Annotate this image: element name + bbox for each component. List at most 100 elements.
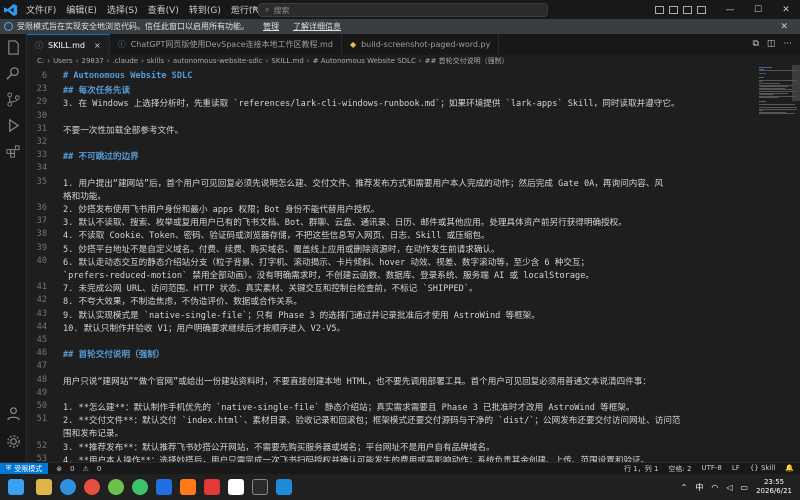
problems-status[interactable]: ⊗ 0 ⚠ 0 [56, 465, 101, 473]
editor-line[interactable]: 45 [27, 335, 757, 348]
menu-view[interactable]: 查看(V) [148, 3, 179, 16]
minimize-icon[interactable]: — [716, 5, 744, 15]
editor-line[interactable]: 围和发布记录。 [27, 427, 757, 440]
input-language[interactable]: 中 [695, 482, 703, 493]
breadcrumb-item[interactable]: .claude [113, 57, 139, 65]
code-editor[interactable]: 6 # Autonomous Website SDLC 23 ## 每次任务先读 29 3… [27, 67, 757, 477]
more-actions-icon[interactable]: ··· [783, 39, 792, 49]
editor-line[interactable]: 38 4. 不读取 Cookie、Token、密码、验证码或浏览器存储，不把这些信… [27, 229, 757, 242]
restricted-mode-status[interactable]: ⛨ 受限模式 [0, 462, 49, 475]
editor-line[interactable]: 50 1. **怎么建**：默认制作手机优先的 `native-single-fi… [27, 401, 757, 414]
manage-link[interactable]: 管理 [263, 21, 279, 32]
editor-line[interactable]: 47 [27, 361, 757, 374]
taskbar-app-icon[interactable] [228, 479, 244, 495]
terminal-icon[interactable] [252, 479, 268, 495]
editor-line[interactable]: 48 用户只说“建网站”“做个官网”或给出一份建站资料时，不要直接创建本地 HTM… [27, 375, 757, 388]
breadcrumb-item[interactable]: autonomous-website-sdlc [173, 57, 263, 65]
notifications-bell-icon[interactable]: 🔔 [785, 464, 794, 474]
editor-line[interactable]: 34 [27, 163, 757, 176]
close-banner-icon[interactable]: ✕ [780, 22, 788, 32]
editor-line[interactable]: 29 3. 在 Windows 上选择分析时，先重读取 `references/l… [27, 97, 757, 110]
editor-line[interactable]: 52 3. **推荐发布**：默认推荐飞书妙搭公开网站，不需要先购买服务器或域名；… [27, 441, 757, 454]
minimap[interactable] [757, 55, 800, 462]
cursor-position[interactable]: 行 1，列 1 [624, 464, 658, 474]
editor-line[interactable]: 39 5. 妙搭平台地址不是自定义域名。付费、续费、购买域名、覆盖线上应用或删除资… [27, 243, 757, 256]
tab-chatgpt-devspace-md[interactable]: ⓘ ChatGPT网页版使用DevSpace连接本地工作区教程.md [110, 34, 342, 55]
toggle-primary-sidebar-icon[interactable] [655, 5, 664, 14]
editor-line[interactable]: 6 # Autonomous Website SDLC [27, 71, 757, 84]
breadcrumb-item[interactable]: Users [53, 57, 73, 65]
editor-line[interactable]: `prefers-reduced-motion` 禁用全部动画）。没有明确需求时… [27, 269, 757, 282]
menu-file[interactable]: 文件(F) [26, 3, 56, 16]
volume-icon[interactable]: ◁ [726, 483, 732, 492]
editor-line[interactable]: 格和功能。 [27, 190, 757, 203]
editor-line[interactable]: 49 [27, 388, 757, 401]
wechat-icon[interactable] [108, 479, 124, 495]
run-debug-icon[interactable] [6, 118, 21, 133]
menu-selection[interactable]: 选择(S) [107, 3, 138, 16]
taskbar-app-icon[interactable] [204, 479, 220, 495]
line-number: 50 [36, 401, 47, 411]
language-mode[interactable]: {} Skill [750, 464, 775, 474]
explorer-icon[interactable] [6, 40, 21, 55]
editor-line[interactable]: 36 2. 妙搭发布使用飞书用户身份和最小 apps 权限；Bot 身份不能代替用… [27, 203, 757, 216]
forward-arrow-icon[interactable]: → [248, 3, 256, 14]
breadcrumb-item[interactable]: ## 首轮交付说明（强制） [425, 56, 509, 66]
editor-line[interactable]: 33 ## 不可跳过的边界 [27, 150, 757, 163]
editor-line[interactable]: 41 7. 未完成公网 URL、访问范围、HTTP 状态、真实素材、关键交互和控制… [27, 282, 757, 295]
editor-line[interactable]: 31 不要一次性加载全部参考文件。 [27, 124, 757, 137]
restricted-mode-label: 受限模式 [14, 464, 43, 473]
end-of-line[interactable]: LF [732, 464, 740, 474]
editor-line[interactable]: 35 1. 用户提出“建网站”后，首个用户可见回复必须先说明怎么建、交付文件、推荐… [27, 177, 757, 190]
editor-line[interactable]: 30 [27, 111, 757, 124]
file-explorer-icon[interactable] [36, 479, 52, 495]
tab-skill-md[interactable]: ⓘ SKILL.md × [27, 34, 110, 55]
system-clock[interactable]: 23:55 2026/6/21 [756, 478, 792, 496]
account-icon[interactable] [6, 406, 21, 421]
editor-line[interactable]: 37 3. 默认不读取、搜索、枚举或复用用户已有的飞书文档、Bot、群聊、云盘、通… [27, 216, 757, 229]
open-preview-icon[interactable]: ⧉ [752, 39, 758, 49]
breadcrumb-item[interactable]: C: [37, 57, 44, 65]
indentation[interactable]: 空格: 2 [668, 464, 691, 474]
chrome-browser-icon[interactable] [84, 479, 100, 495]
menu-edit[interactable]: 编辑(E) [66, 3, 97, 16]
toggle-panel-icon[interactable] [669, 5, 678, 14]
command-center-search[interactable]: ⌕ 搜索 [258, 3, 548, 17]
toggle-secondary-sidebar-icon[interactable] [683, 5, 692, 14]
lark-feishu-icon[interactable] [156, 479, 172, 495]
menu-go[interactable]: 转到(G) [189, 3, 221, 16]
breadcrumb-item[interactable]: skills [147, 57, 164, 65]
windows-start-icon[interactable] [8, 479, 24, 495]
editor-line[interactable]: 42 8. 不夸大效果，不制造焦虑，不伪造评价、数据或合作关系。 [27, 295, 757, 308]
editor-line[interactable]: 32 [27, 137, 757, 150]
close-tab-icon[interactable]: × [94, 41, 101, 50]
back-arrow-icon[interactable]: ← [232, 3, 240, 14]
editor-line[interactable]: 40 6. 默认走动态交互的静态介绍站分支（粒子背景、打字机、滚动揭示、卡片倾斜、… [27, 256, 757, 269]
battery-icon[interactable]: ▭ [741, 483, 749, 492]
taskbar-app-icon[interactable] [180, 479, 196, 495]
source-control-icon[interactable] [6, 92, 21, 107]
tab-build-screenshot-py[interactable]: ◆ build-screenshot-paged-word.py [342, 34, 500, 55]
manage-gear-icon[interactable] [6, 434, 21, 449]
editor-line[interactable]: 46 ## 首轮交付说明（强制） [27, 348, 757, 361]
editor-line[interactable]: 51 2. **交付文件**：默认交付 `index.html`、素材目录、验收记… [27, 414, 757, 427]
maximize-icon[interactable]: ☐ [744, 5, 772, 15]
close-window-icon[interactable]: ✕ [772, 5, 800, 15]
wifi-icon[interactable]: ◠ [711, 483, 718, 492]
breadcrumb-item[interactable]: 29837 [81, 57, 103, 65]
breadcrumb-item[interactable]: SKILL.md [271, 57, 303, 65]
extensions-icon[interactable] [6, 144, 21, 159]
vscode-taskbar-icon[interactable] [276, 479, 292, 495]
chevron-up-icon[interactable]: ⌃ [681, 483, 688, 492]
learn-more-link[interactable]: 了解详细信息 [293, 21, 341, 32]
editor-line[interactable]: 44 10. 默认只制作并验收 V1；用户明确要求继续后才按顺序进入 V2-V5。 [27, 322, 757, 335]
encoding[interactable]: UTF-8 [701, 464, 721, 474]
customize-layout-icon[interactable] [697, 5, 706, 14]
edge-browser-icon[interactable] [60, 479, 76, 495]
editor-line[interactable]: 43 9. 默认实现模式是 `native-single-file`；只有 Pha… [27, 309, 757, 322]
messaging-app-icon[interactable] [132, 479, 148, 495]
search-view-icon[interactable] [6, 66, 21, 81]
editor-line[interactable]: 23 ## 每次任务先读 [27, 84, 757, 98]
split-editor-icon[interactable]: ◫ [767, 39, 776, 49]
breadcrumb-item[interactable]: # Autonomous Website SDLC [313, 57, 416, 65]
